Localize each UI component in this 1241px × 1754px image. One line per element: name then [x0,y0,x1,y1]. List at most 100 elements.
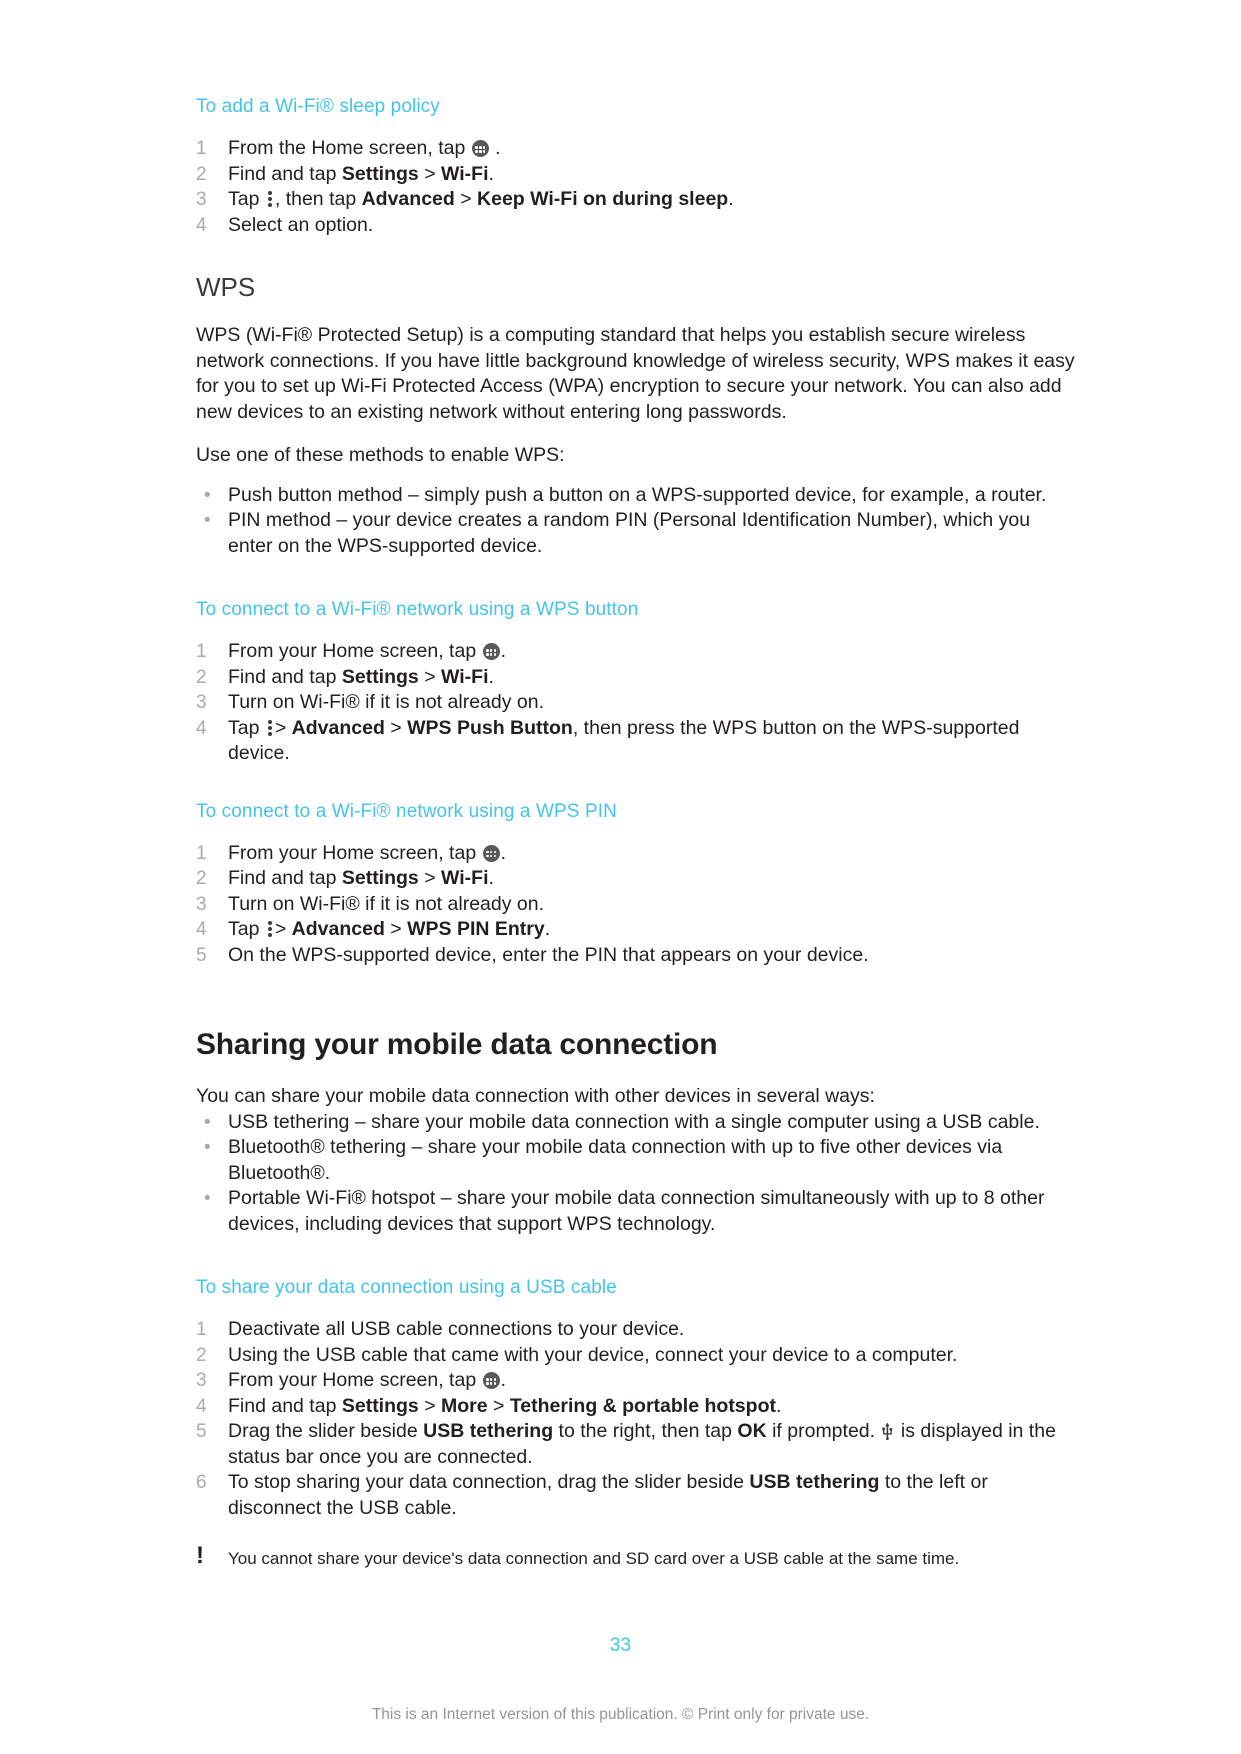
step-text: From the Home screen, tap [228,137,471,159]
step-number: 2 [196,163,207,185]
step-text-suffix: . [500,841,507,864]
list-item: 6 To stop sharing your data connection, d… [196,1470,1076,1521]
step-number: 4 [196,717,207,739]
list-item: • Bluetooth® tethering – share your mobil… [196,1135,1076,1186]
page-number: 33 [609,1635,632,1656]
path-separator: > [418,665,442,688]
list-item: 1 From your Home screen, tap . [196,639,1076,665]
list-item: 2 Find and tap Settings > Wi-Fi. [196,665,1076,691]
app-drawer-icon [482,643,500,660]
step-text-suffix: . [728,188,734,210]
step-number: 3 [196,1370,207,1391]
step-text-suffix: . [775,1394,782,1417]
step-number: 1 [196,641,207,662]
step-text-suffix: . [488,665,494,688]
path-separator: > [418,162,442,185]
step-text: Tap [228,188,265,210]
step-number: 4 [196,919,207,940]
ui-path-settings: Settings [341,665,419,688]
ui-path-advanced: Advanced [361,188,455,210]
step-number: 1 [196,138,207,159]
step-text: Using the USB cable that came with your … [228,1343,958,1366]
procedure-title-sleep-policy: To add a Wi-Fi® sleep policy [196,96,440,117]
step-number: 4 [196,1395,207,1417]
ui-path-wifi: Wi-Fi [441,665,489,688]
step-number: 1 [196,842,207,864]
ui-path-settings: Settings [341,1394,419,1417]
ui-label-usb-tethering: USB tethering [749,1471,880,1493]
heading-wps: WPS [196,272,256,302]
path-separator: > [384,918,408,940]
bullet-icon: • [204,484,211,506]
app-drawer-icon [482,1372,500,1389]
list-item: • PIN method – your device creates a rand… [196,508,1076,559]
step-text-suffix: . [489,137,501,159]
bullet-text: Portable Wi-Fi® hotspot – share your mob… [228,1187,1045,1235]
steps-list-usb-share: 1 Deactivate all USB cable connections to… [196,1317,1076,1521]
page-content: To add a Wi-Fi® sleep policy 1 From the H… [196,96,1076,1570]
step-text-suffix: . [500,640,507,662]
step-text-mid: to the right, then tap [553,1420,738,1442]
heading-sharing-mobile-data: Sharing your mobile data connection [196,1028,718,1061]
step-text: Drag the slider beside [228,1420,424,1442]
step-text: Find and tap [228,665,342,688]
note-callout: ! You cannot share your device's data co… [196,1544,1076,1570]
bullets-wps-methods: • Push button method – simply push a butt… [196,483,1076,560]
app-drawer-icon [482,844,500,862]
step-number: 2 [196,868,207,889]
paragraph-sharing-intro: You can share your mobile data connectio… [196,1085,875,1107]
step-number: 2 [196,666,207,688]
steps-list-wps-button: 1 From your Home screen, tap . 2 Find and … [196,639,1076,767]
footer-copyright-note: This is an Internet version of this publ… [371,1706,870,1723]
list-item: 4 Find and tap Settings > More > Tetherin… [196,1394,1076,1420]
step-text-mid: , then tap [274,188,362,210]
bullet-icon: • [204,1137,211,1158]
step-text-mid: > [274,918,292,940]
step-number: 5 [196,944,207,966]
step-number: 1 [196,1319,207,1340]
ui-path-wifi: Wi-Fi [441,867,489,889]
bullet-text: USB tethering – share your mobile data c… [228,1110,1040,1133]
step-text-suffix: . [488,867,494,889]
ui-path-keep-wifi: Keep Wi-Fi on during sleep [477,188,729,210]
ui-path-more: More [441,1394,488,1417]
step-text: From your Home screen, tap [228,1369,482,1391]
list-item: 3 Turn on Wi-Fi® if it is not already on. [196,892,1076,918]
step-text: Find and tap [228,1394,342,1417]
step-text: Find and tap [228,162,342,185]
step-text: From your Home screen, tap [228,640,482,662]
list-item: 4 Select an option. [196,213,1076,239]
list-item: 2 Using the USB cable that came with your… [196,1343,1076,1369]
step-text-mid: > [274,716,292,739]
kebab-menu-icon [267,718,273,737]
ui-path-settings: Settings [341,162,419,185]
bullet-text: Push button method – simply push a butto… [228,483,1047,506]
paragraph-wps-methods: Use one of these methods to enable WPS: [196,444,565,466]
list-item: 1 Deactivate all USB cable connections to… [196,1317,1076,1343]
path-separator: > [418,867,442,889]
procedure-title-usb-share: To share your data connection using a US… [196,1277,617,1298]
document-page: To add a Wi-Fi® sleep policy 1 From the H… [0,0,1241,1754]
step-text: To stop sharing your data connection, dr… [228,1471,750,1493]
step-text-suffix: . [500,1369,507,1391]
bullet-icon: • [204,510,211,531]
list-item: 1 From your Home screen, tap . [196,841,1076,867]
app-drawer-icon [471,140,489,157]
list-item: 4 Tap > Advanced > WPS Push Button, then … [196,716,1076,767]
step-text: Find and tap [228,867,342,889]
ui-label-usb-tethering: USB tethering [423,1420,554,1442]
step-text: Tap [228,918,265,940]
ui-path-wps-push-button: WPS Push Button [407,716,573,739]
step-text: Select an option. [228,213,374,236]
bullet-text: Bluetooth® tethering – share your mobile… [228,1136,1003,1184]
list-item: • Push button method – simply push a butt… [196,483,1076,509]
list-item: 4 Tap > Advanced > WPS PIN Entry. [196,917,1076,943]
bullet-text: PIN method – your device creates a rando… [228,509,1031,557]
step-text-suffix: . [544,918,551,940]
step-number: 6 [196,1472,207,1493]
path-separator: > [454,188,478,210]
list-item: 3 From your Home screen, tap . [196,1368,1076,1394]
path-separator: > [384,716,408,739]
path-separator-2: > [487,1394,510,1417]
list-item: 5 Drag the slider beside USB tethering to… [196,1419,1076,1470]
